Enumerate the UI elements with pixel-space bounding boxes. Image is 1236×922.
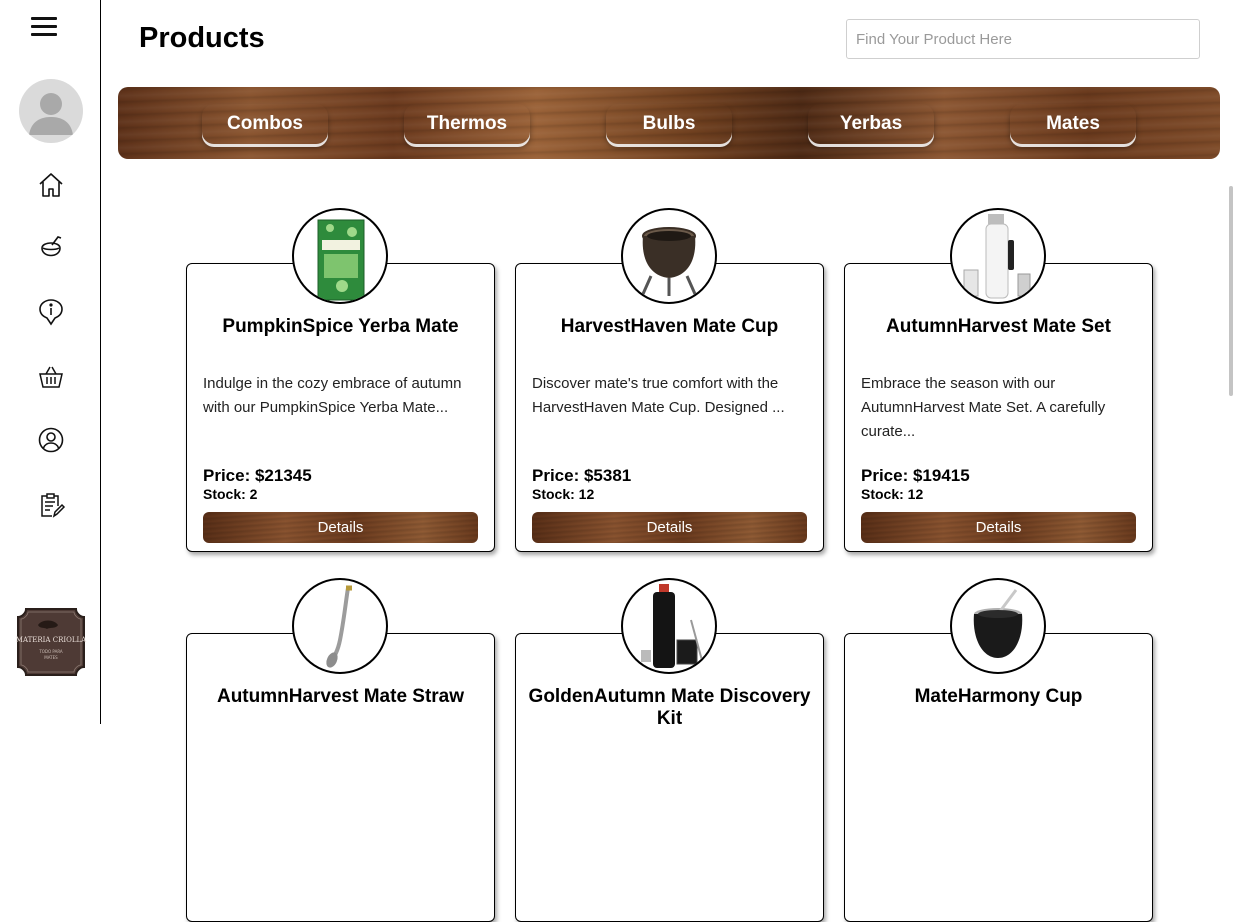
product-price: Price: $21345 <box>203 466 312 485</box>
logo-subtitle-text-2: MATES <box>44 655 58 660</box>
product-card[interactable]: HarvestHaven Mate Cup Discover mate's tr… <box>515 263 824 552</box>
product-card[interactable]: AutumnHarvest Mate Straw <box>186 633 495 922</box>
scrollbar[interactable] <box>1229 186 1233 396</box>
product-image-thermos-set[interactable] <box>950 208 1046 304</box>
product-image-yerba-package[interactable] <box>292 208 388 304</box>
user-circle-icon[interactable] <box>36 425 66 455</box>
details-button[interactable]: Details <box>532 512 807 543</box>
product-name[interactable]: AutumnHarvest Mate Straw <box>187 686 494 708</box>
product-stock: Stock: 12 <box>861 486 924 502</box>
user-avatar-icon[interactable] <box>19 79 83 143</box>
category-mates-button[interactable]: Mates <box>1010 104 1136 144</box>
product-name[interactable]: GoldenAutumn Mate Discovery Kit <box>516 686 823 730</box>
details-button[interactable]: Details <box>203 512 478 543</box>
details-button[interactable]: Details <box>861 512 1136 543</box>
product-price: Price: $19415 <box>861 466 970 485</box>
category-yerbas-button[interactable]: Yerbas <box>808 104 934 144</box>
product-card[interactable]: PumpkinSpice Yerba Mate Indulge in the c… <box>186 263 495 552</box>
product-description: Discover mate's true comfort with the Ha… <box>532 375 785 416</box>
materia-criolla-logo: MATERIA CRIOLLA TODO PARA MATES <box>14 605 88 679</box>
product-name[interactable]: PumpkinSpice Yerba Mate <box>187 316 494 338</box>
page-title: Products <box>139 22 265 54</box>
product-name[interactable]: MateHarmony Cup <box>845 686 1152 708</box>
product-name[interactable]: AutumnHarvest Mate Set <box>845 316 1152 338</box>
product-card[interactable]: GoldenAutumn Mate Discovery Kit <box>515 633 824 922</box>
product-image-black-mate-cup[interactable] <box>950 578 1046 674</box>
clipboard-edit-icon[interactable] <box>36 490 66 520</box>
product-image-bombilla-straw[interactable] <box>292 578 388 674</box>
product-price: Price: $5381 <box>532 466 632 485</box>
product-description: Indulge in the cozy embrace of autumn wi… <box>203 375 462 416</box>
search-input[interactable] <box>846 19 1200 59</box>
product-stock: Stock: 12 <box>532 486 595 502</box>
category-bar: Combos Thermos Bulbs Yerbas Mates <box>118 87 1220 159</box>
product-image-thermos-kit[interactable] <box>621 578 717 674</box>
category-thermos-button[interactable]: Thermos <box>404 104 530 144</box>
mate-gourd-icon[interactable] <box>36 234 66 264</box>
product-card[interactable]: MateHarmony Cup <box>844 633 1153 922</box>
sidebar: MATERIA CRIOLLA TODO PARA MATES <box>0 0 101 724</box>
product-description: Embrace the season with our AutumnHarves… <box>861 375 1106 440</box>
logo-subtitle-text: TODO PARA <box>38 649 63 654</box>
category-combos-button[interactable]: Combos <box>202 104 328 144</box>
hamburger-menu-icon[interactable] <box>31 16 57 36</box>
logo-title-text: MATERIA CRIOLLA <box>16 636 87 644</box>
info-icon[interactable] <box>36 297 66 327</box>
basket-icon[interactable] <box>36 362 66 392</box>
home-icon[interactable] <box>36 170 66 200</box>
product-name[interactable]: HarvestHaven Mate Cup <box>516 316 823 338</box>
product-card[interactable]: AutumnHarvest Mate Set Embrace the seaso… <box>844 263 1153 552</box>
product-stock: Stock: 2 <box>203 486 258 502</box>
category-bulbs-button[interactable]: Bulbs <box>606 104 732 144</box>
product-image-mate-cup[interactable] <box>621 208 717 304</box>
